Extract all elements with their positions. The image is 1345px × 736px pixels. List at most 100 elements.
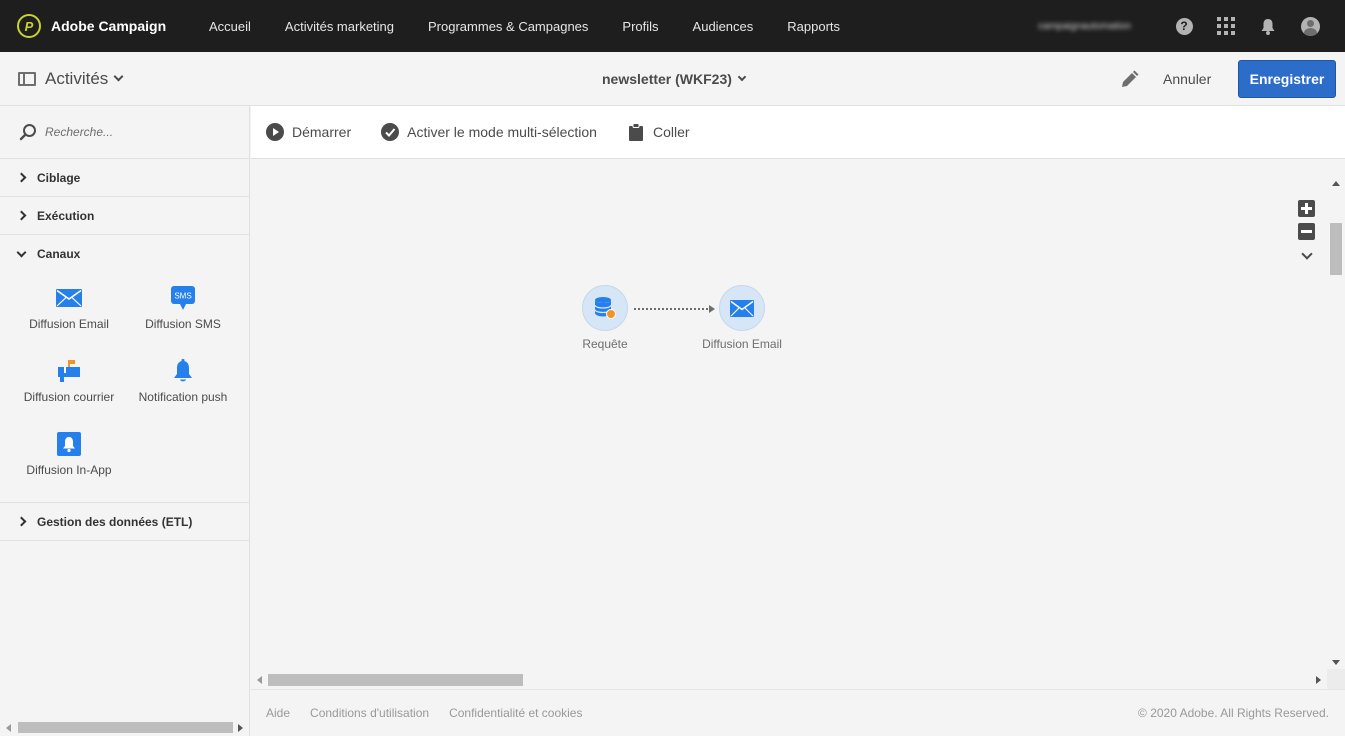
start-button[interactable]: Démarrer [266, 123, 351, 141]
nav-item-activites-marketing[interactable]: Activités marketing [285, 19, 394, 34]
activity-notification-push[interactable]: Notification push [126, 356, 240, 404]
user-name[interactable]: campaignautomation [1038, 21, 1131, 32]
paste-label: Coller [652, 124, 690, 140]
activity-label: Diffusion SMS [145, 317, 221, 331]
envelope-icon [56, 289, 82, 307]
workflow-node-requete[interactable]: Requête [570, 285, 640, 351]
multiselect-mode-button[interactable]: Activer le mode multi-sélection [381, 123, 597, 141]
category-label: Gestion des données (ETL) [37, 514, 193, 529]
node-bubble[interactable] [582, 285, 628, 331]
scroll-up-arrow-icon[interactable] [1332, 181, 1340, 186]
play-icon [266, 123, 284, 141]
save-button[interactable]: Enregistrer [1238, 60, 1336, 98]
activity-diffusion-email[interactable]: Diffusion Email [12, 283, 126, 331]
channels-activity-list: Diffusion Email SMS Diffusion SMS Diffus… [0, 273, 249, 503]
nav-item-audiences[interactable]: Audiences [693, 19, 754, 34]
scrollbar-thumb[interactable] [18, 722, 233, 733]
canvas-horizontal-scrollbar[interactable] [251, 669, 1327, 689]
activity-label: Diffusion In-App [26, 463, 112, 477]
topbar-right-actions: campaignautomation ? [1038, 0, 1321, 52]
in-app-bell-icon [57, 432, 81, 456]
activity-diffusion-sms[interactable]: SMS Diffusion SMS [126, 283, 240, 331]
paste-button[interactable]: Coller [627, 123, 690, 141]
activity-search [0, 106, 249, 159]
cancel-button[interactable]: Annuler [1163, 52, 1211, 106]
search-icon [19, 124, 36, 141]
chevron-right-icon [16, 516, 27, 527]
activity-diffusion-courrier[interactable]: Diffusion courrier [12, 356, 126, 404]
help-icon: ? [1175, 17, 1193, 35]
scroll-right-arrow-icon[interactable] [238, 724, 243, 732]
workflow-title-dropdown[interactable]: newsletter (WKF23) [602, 52, 747, 106]
zoom-options-chevron-icon[interactable] [1301, 248, 1313, 260]
activities-sidebar: Ciblage Exécution Canaux Diffusion Email [0, 106, 250, 736]
chevron-right-icon [16, 172, 27, 183]
copyright: © 2020 Adobe. All Rights Reserved. [1138, 706, 1329, 720]
search-input[interactable] [45, 125, 225, 139]
svg-text:SMS: SMS [174, 292, 191, 301]
bell-icon [1261, 18, 1275, 35]
activities-label: Activités [45, 69, 109, 88]
top-navigation-bar: P Adobe Campaign Accueil Activités marke… [0, 0, 1345, 52]
category-execution[interactable]: Exécution [0, 197, 249, 235]
footer-link-confidentialite[interactable]: Confidentialité et cookies [449, 706, 582, 720]
workflow-node-diffusion-email[interactable]: Diffusion Email [697, 285, 787, 351]
activities-panel-toggle[interactable]: Activités [18, 52, 124, 106]
activity-label: Diffusion Email [29, 317, 109, 331]
chevron-down-icon [16, 247, 27, 257]
chevron-right-icon [16, 210, 27, 221]
multiselect-label: Activer le mode multi-sélection [407, 124, 597, 140]
node-bubble[interactable] [719, 285, 765, 331]
footer-link-aide[interactable]: Aide [266, 706, 290, 720]
app-switcher-button[interactable] [1215, 15, 1237, 37]
user-avatar-button[interactable] [1299, 15, 1321, 37]
mailbox-icon [58, 360, 80, 382]
workflow-toolbar: Démarrer Activer le mode multi-sélection… [251, 106, 1345, 159]
scroll-right-arrow-icon[interactable] [1316, 676, 1321, 684]
chevron-down-icon [737, 72, 747, 81]
category-label: Canaux [37, 247, 81, 261]
canvas-vertical-scrollbar[interactable] [1327, 175, 1345, 669]
pencil-icon [1122, 70, 1139, 87]
nav-item-profils[interactable]: Profils [622, 19, 658, 34]
scroll-left-arrow-icon[interactable] [6, 724, 11, 732]
side-panel-icon [18, 72, 36, 86]
category-label: Ciblage [37, 170, 81, 185]
workflow-canvas[interactable]: Requête Diffusion Email [251, 159, 1327, 669]
brand-name: Adobe Campaign [51, 18, 167, 34]
help-button[interactable]: ? [1173, 15, 1195, 37]
node-label: Requête [582, 337, 628, 351]
category-canaux[interactable]: Canaux [0, 235, 249, 273]
sidebar-horizontal-scrollbar[interactable] [0, 716, 250, 736]
activity-label: Notification push [138, 390, 228, 404]
avatar-icon [1300, 16, 1320, 36]
node-label: Diffusion Email [702, 337, 782, 351]
brand[interactable]: P Adobe Campaign [17, 14, 209, 38]
chevron-down-icon [113, 71, 124, 82]
edit-button[interactable] [1118, 69, 1140, 91]
adobe-campaign-logo-icon: P [17, 14, 41, 38]
category-label: Exécution [37, 208, 95, 223]
clipboard-icon [628, 123, 643, 141]
footer-link-conditions[interactable]: Conditions d'utilisation [310, 706, 429, 720]
nav-item-rapports[interactable]: Rapports [787, 19, 840, 34]
activity-label: Diffusion courrier [23, 390, 115, 404]
notifications-button[interactable] [1257, 15, 1279, 37]
workflow-title: newsletter (WKF23) [602, 71, 732, 87]
bell-icon [174, 359, 192, 382]
scroll-left-arrow-icon[interactable] [257, 676, 262, 684]
scroll-down-arrow-icon[interactable] [1332, 660, 1340, 665]
nav-item-programmes-campagnes[interactable]: Programmes & Campagnes [428, 19, 588, 34]
zoom-out-button[interactable] [1298, 223, 1315, 240]
scrollbar-thumb[interactable] [1330, 223, 1342, 275]
zoom-in-button[interactable] [1298, 200, 1315, 217]
category-gestion-des-donnees-etl[interactable]: Gestion des données (ETL) [0, 503, 249, 541]
database-icon [594, 297, 616, 319]
start-label: Démarrer [292, 124, 352, 140]
envelope-icon [730, 299, 754, 317]
category-ciblage[interactable]: Ciblage [0, 159, 249, 197]
activity-diffusion-in-app[interactable]: Diffusion In-App [12, 429, 126, 477]
workflow-header: Activités newsletter (WKF23) Annuler Enr… [0, 52, 1345, 106]
nav-item-accueil[interactable]: Accueil [209, 19, 251, 34]
scrollbar-thumb[interactable] [268, 674, 523, 686]
